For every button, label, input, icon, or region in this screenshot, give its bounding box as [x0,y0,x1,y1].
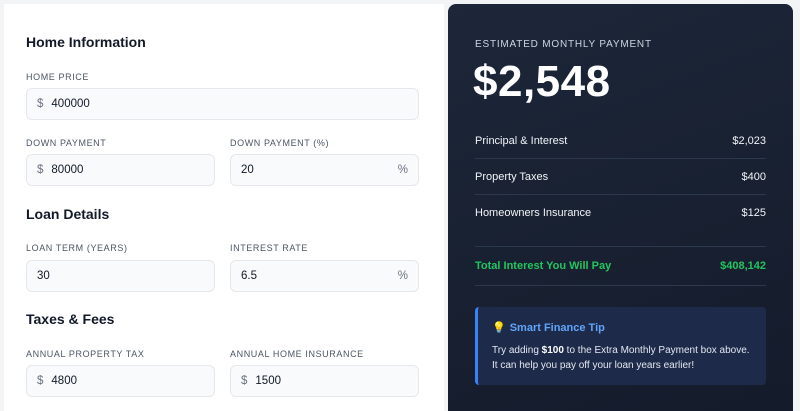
loan-term-label: LOAN TERM (YEARS) [26,243,128,253]
breakdown-label: Homeowners Insurance [475,207,592,219]
annual-home-insurance-label: ANNUAL HOME INSURANCE [230,349,364,359]
home-price-label: HOME PRICE [26,72,90,82]
results-panel: ESTIMATED MONTHLY PAYMENT $2,548 Princip… [448,4,793,411]
dollar-prefix: $ [37,375,44,387]
percent-suffix: % [397,270,408,282]
section-title-taxes-fees: Taxes & Fees [26,311,115,327]
breakdown-value: $125 [741,207,766,219]
tip-title: 💡 Smart Finance Tip [492,321,752,335]
down-payment-pct-value: 20 [241,164,254,176]
total-interest-value: $408,142 [720,260,766,272]
breakdown-value: $2,023 [732,134,766,147]
annual-home-insurance-value: 1500 [255,375,281,387]
breakdown-row-principal-interest: Principal & Interest $2,023 [475,123,766,159]
breakdown-label: Principal & Interest [475,134,568,147]
home-price-value: 400000 [51,98,90,110]
annual-property-tax-value: 4800 [51,375,77,387]
down-payment-pct-label: DOWN PAYMENT (%) [230,138,330,148]
interest-rate-label: INTEREST RATE [230,243,308,253]
home-price-input[interactable]: $ 400000 [26,88,419,120]
lightbulb-icon: 💡 [492,322,506,334]
annual-home-insurance-input[interactable]: $ 1500 [230,365,419,397]
breakdown-row-homeowners-insurance: Homeowners Insurance $125 [475,195,766,231]
loan-term-value: 30 [37,270,50,282]
tip-text: Try adding $100 to the Extra Monthly Pay… [492,343,752,373]
annual-property-tax-input[interactable]: $ 4800 [26,365,215,397]
breakdown-label: Property Taxes [475,170,549,183]
total-interest-row: Total Interest You Will Pay $408,142 [475,246,766,286]
tip-text-start: Try adding [492,345,542,356]
interest-rate-input[interactable]: 6.5 % [230,260,419,292]
dollar-prefix: $ [37,164,44,176]
total-interest-label: Total Interest You Will Pay [475,260,612,272]
finance-tip-card: 💡 Smart Finance Tip Try adding $100 to t… [475,307,766,385]
down-payment-label: DOWN PAYMENT [26,138,107,148]
section-title-home-information: Home Information [26,34,146,50]
tip-text-amount: $100 [541,345,564,356]
tip-title-text: Smart Finance Tip [509,321,605,334]
monthly-payment-amount: $2,548 [473,57,611,106]
interest-rate-value: 6.5 [241,270,257,282]
calculator-form: Home Information HOME PRICE $ 400000 DOW… [4,4,444,411]
estimated-payment-label: ESTIMATED MONTHLY PAYMENT [475,39,652,50]
section-title-loan-details: Loan Details [26,206,110,222]
percent-suffix: % [397,164,408,176]
dollar-prefix: $ [37,98,44,110]
breakdown-row-property-taxes: Property Taxes $400 [475,159,766,195]
breakdown-value: $400 [741,170,766,183]
down-payment-input[interactable]: $ 80000 [26,154,215,186]
annual-property-tax-label: ANNUAL PROPERTY TAX [26,349,145,359]
dollar-prefix: $ [241,375,248,387]
loan-term-input[interactable]: 30 [26,260,215,292]
down-payment-value: 80000 [51,164,84,176]
down-payment-pct-input[interactable]: 20 % [230,154,419,186]
